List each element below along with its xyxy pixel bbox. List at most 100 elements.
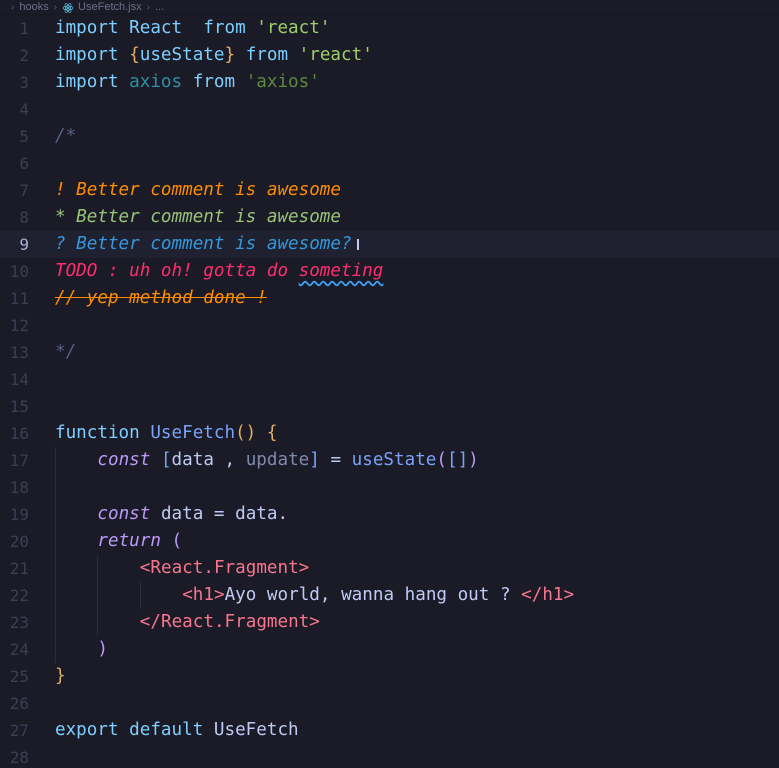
code-text: // yep method done ! (55, 285, 267, 312)
code-token: () (235, 423, 257, 443)
code-text: /* (55, 123, 76, 150)
breadcrumb-file[interactable]: UseFetch.jsx (78, 1, 142, 13)
code-token: = (203, 504, 236, 524)
code-line[interactable]: 2 import {useState} from 'react' (0, 42, 779, 69)
breadcrumb-chevron-icon: › (146, 1, 150, 13)
text-caret (356, 238, 359, 250)
code-line[interactable]: 17 const [data , update] = useState([]) (0, 447, 779, 474)
code-line[interactable]: 11 // yep method done ! (0, 285, 779, 312)
indent-guide (97, 609, 99, 636)
code-text: function UseFetch() { (55, 420, 277, 447)
code-line[interactable]: 1 import React from 'react' (0, 15, 779, 42)
breadcrumb-chevron-icon: › (53, 1, 58, 13)
code-text: <React.Fragment> (140, 555, 309, 582)
code-text: import axios from 'axios' (55, 69, 320, 96)
code-token: } (224, 45, 236, 65)
indent-guide (55, 474, 56, 501)
code-token: data (171, 450, 214, 470)
code-text: import {useState} from 'react' (55, 42, 373, 69)
code-token: export (55, 720, 119, 740)
code-line[interactable]: 15 (0, 393, 779, 420)
code-text: import React from 'react' (55, 15, 330, 42)
line-number: 12 (9, 316, 29, 335)
code-token: [] (446, 450, 469, 470)
code-line[interactable]: 28 (0, 744, 779, 768)
code-text: </React.Fragment> (140, 609, 320, 636)
indent-guide (55, 555, 56, 582)
code-text: ) (97, 636, 108, 663)
code-line[interactable]: 27 export default UseFetch (0, 717, 779, 744)
line-number: 6 (19, 154, 29, 173)
code-token: </h1> (521, 585, 575, 605)
code-text: export default UseFetch (55, 717, 299, 744)
indent-guide (97, 555, 99, 582)
code-line[interactable]: 22 <h1>Ayo world, wanna hang out ? </h1> (0, 582, 779, 609)
line-number: 3 (19, 73, 29, 92)
code-text: */ (55, 339, 76, 366)
code-text: ! Better comment is awesome (55, 177, 341, 204)
code-token: useState (139, 45, 225, 65)
code-token: const (97, 450, 151, 470)
code-text: * Better comment is awesome (55, 204, 341, 231)
line-number: 2 (19, 46, 29, 65)
code-token: ( (436, 450, 447, 470)
code-token: 'react' (256, 18, 331, 38)
code-token: TODO : uh oh! gotta do (55, 261, 299, 281)
line-number: 9 (19, 235, 29, 254)
code-text: TODO : uh oh! gotta do someting (55, 258, 383, 285)
line-number: 18 (9, 478, 29, 497)
code-token: from (245, 45, 289, 65)
line-number: 7 (19, 181, 29, 200)
code-token: UseFetch (213, 720, 299, 740)
code-line[interactable]: 13 */ (0, 339, 779, 366)
code-line[interactable]: 23 </React.Fragment> (0, 609, 779, 636)
code-line[interactable]: 5 /* (0, 123, 779, 150)
code-line[interactable]: 21 <React.Fragment> (0, 555, 779, 582)
breadcrumb-folder[interactable]: hooks (19, 1, 48, 13)
code-line[interactable]: 10 TODO : uh oh! gotta do someting (0, 258, 779, 285)
breadcrumb: › hooks › UseFetch.jsx › ... (0, 0, 779, 15)
code-token: React (129, 18, 183, 38)
code-line[interactable]: 12 (0, 312, 779, 339)
code-line[interactable]: 24) (0, 636, 779, 663)
indent-guide (55, 609, 56, 636)
line-number: 8 (19, 208, 29, 227)
code-line[interactable]: 20 return ( (0, 528, 779, 555)
line-number: 27 (9, 721, 29, 740)
code-token: Ayo world, wanna hang out ? (224, 585, 522, 605)
code-token: // yep method done ! (55, 288, 267, 308)
code-token: { (129, 45, 140, 65)
code-token: ] (309, 450, 320, 470)
code-text: <h1>Ayo world, wanna hang out ? </h1> (182, 582, 574, 609)
line-number: 22 (9, 586, 29, 605)
line-number: 10 (9, 262, 29, 281)
code-token: } (55, 666, 66, 686)
code-line[interactable]: 7 ! Better comment is awesome (0, 177, 779, 204)
indent-guide (97, 582, 99, 609)
code-line[interactable]: 26 (0, 690, 779, 717)
code-line[interactable]: 8 * Better comment is awesome (0, 204, 779, 231)
indent-guide (55, 528, 56, 555)
code-line[interactable]: 14 (0, 366, 779, 393)
code-line[interactable]: 6 (0, 150, 779, 177)
code-line[interactable]: 19 const data = data. (0, 501, 779, 528)
code-text: const data = data. (97, 501, 288, 528)
breadcrumb-ellipsis[interactable]: ... (155, 1, 164, 13)
indent-guide (55, 582, 56, 609)
code-line[interactable]: 25} (0, 663, 779, 690)
code-line[interactable]: 16 function UseFetch() { (0, 420, 779, 447)
line-number: 19 (9, 505, 29, 524)
code-line[interactable]: 3 import axios from 'axios' (0, 69, 779, 96)
code-line[interactable]: 4 (0, 96, 779, 123)
code-line[interactable]: 9 ? Better comment is awesome? (0, 231, 779, 258)
code-editor[interactable]: 1 import React from 'react' 2 import {useSt… (0, 15, 779, 768)
react-icon (62, 3, 74, 13)
code-line[interactable]: 18 (0, 474, 779, 501)
line-number: 20 (9, 532, 29, 551)
